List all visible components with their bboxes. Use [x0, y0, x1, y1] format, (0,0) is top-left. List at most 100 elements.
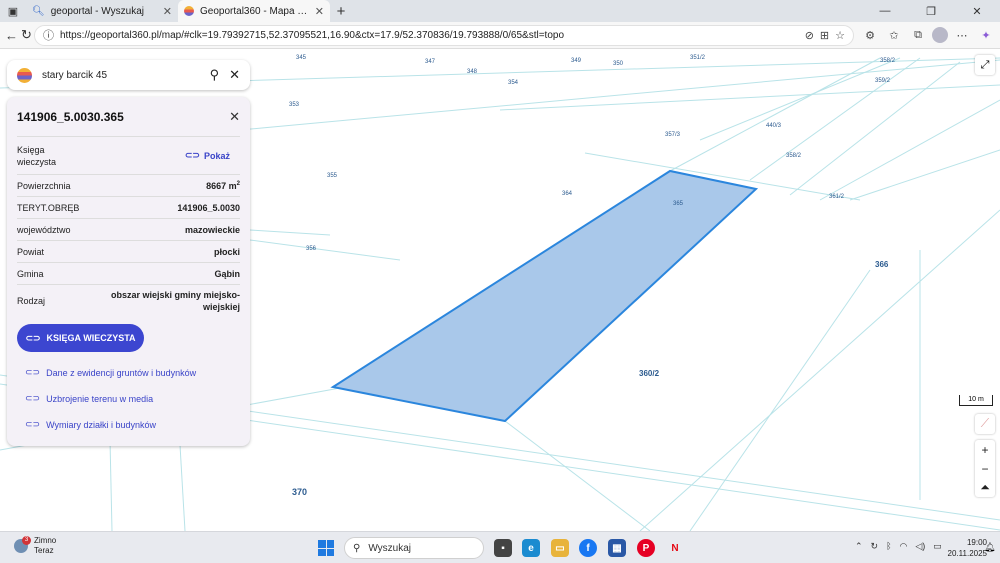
no-tracking-icon[interactable]: ⊘	[805, 29, 814, 42]
scale-bar: 10 m	[959, 395, 993, 406]
row-label: Gmina	[17, 268, 44, 279]
row-label: Księga wieczysta	[17, 144, 57, 167]
volume-icon[interactable]: ◁)	[915, 541, 925, 552]
plot-number: 349	[571, 58, 582, 64]
search-icon[interactable]: ⚲	[210, 67, 220, 83]
compass-icon[interactable]: ⏶	[975, 478, 995, 497]
start-button[interactable]	[318, 540, 334, 556]
battery-icon[interactable]: ▭	[933, 541, 942, 552]
plot-number: 364	[562, 191, 573, 197]
close-window-icon[interactable]: ✕	[954, 0, 1000, 22]
plot-number: 355	[327, 173, 338, 179]
fullscreen-icon[interactable]: ⤢	[975, 55, 995, 75]
panel-title: 141906_5.0030.365	[17, 109, 124, 124]
update-icon[interactable]: ↻	[871, 541, 879, 552]
info-row-teryt: TERYT.OBRĘB 141906_5.0030	[17, 197, 240, 219]
zoom-out-icon[interactable]: −	[975, 459, 995, 478]
new-tab-button[interactable]: +	[330, 0, 352, 22]
chevron-up-icon[interactable]: ⌃	[855, 541, 863, 552]
row-value: 141906_5.0030	[177, 202, 240, 213]
row-value: 8667 m2	[206, 180, 240, 191]
row-label: Powierzchnia	[17, 180, 71, 191]
row-value: obszar wiejski gminy miejsko-wiejskiej	[110, 290, 240, 312]
site-info-icon[interactable]: ⓘ	[43, 27, 54, 43]
more-menu-icon[interactable]: ⋯	[952, 25, 972, 45]
bluetooth-icon[interactable]: ᛒ	[886, 541, 891, 552]
info-row-area: Powierzchnia 8667 m2	[17, 175, 240, 197]
back-icon[interactable]: ←	[4, 24, 19, 46]
link-icon: ⊂⊃	[25, 332, 41, 343]
tab-geoportal360[interactable]: Geoportal360 - Mapa Interaktywna ✕	[178, 0, 330, 22]
windows-taskbar: 3 Zimno Teraz ⚲ Wyszukaj ▪ e ▭ f ▦ P N ⌃ …	[0, 531, 1000, 563]
weather-widget[interactable]: 3 Zimno Teraz	[14, 536, 56, 556]
zoom-in-icon[interactable]: +	[975, 440, 995, 459]
plot-number: 350	[613, 61, 624, 67]
dimensions-link[interactable]: ⊂⊃ Wymiary działki i budynków	[25, 419, 156, 430]
plot-number: 347	[425, 59, 436, 65]
app-available-icon[interactable]: ⊞	[820, 29, 829, 42]
url-text: https://geoportal360.pl/map/#clk=19.7939…	[60, 29, 565, 41]
ruler-icon[interactable]: ⟋	[975, 414, 995, 433]
favorite-star-icon[interactable]: ☆	[835, 29, 845, 42]
plot-number: 357/3	[665, 132, 681, 138]
ksiega-wieczysta-button[interactable]: ⊂⊃ KSIĘGA WIECZYSTA	[17, 324, 144, 352]
plot-number: 348	[467, 69, 478, 75]
row-value: mazowieckie	[184, 224, 240, 235]
tab-geoportal-search[interactable]: 🔍︎ geoportal - Wyszukaj ✕	[26, 0, 178, 22]
facebook-icon[interactable]: f	[579, 539, 597, 557]
row-label: TERYT.OBRĘB	[17, 202, 80, 213]
collections-icon[interactable]: ⧉	[908, 25, 928, 45]
plot-number: 353	[289, 102, 300, 108]
close-icon[interactable]: ✕	[229, 109, 240, 125]
info-row-powiat: Powiat płocki	[17, 241, 240, 263]
zoom-controls: + − ⏶	[975, 440, 995, 497]
plot-number: 351/2	[690, 55, 706, 61]
tab-actions-icon[interactable]: ▣	[0, 0, 26, 22]
clear-search-icon[interactable]: ✕	[229, 67, 240, 83]
utilities-link[interactable]: ⊂⊃ Uzbrojenie terenu w media	[25, 393, 153, 404]
pinterest-icon[interactable]: P	[637, 539, 655, 557]
store-icon[interactable]: ▦	[608, 539, 626, 557]
minimize-icon[interactable]: —	[862, 0, 908, 22]
notifications-icon[interactable]: 🔔︎	[984, 542, 995, 553]
tab-title: geoportal - Wyszukaj	[50, 5, 144, 17]
link-icon: ⊂⊃	[25, 393, 41, 403]
egib-link[interactable]: ⊂⊃ Dane z ewidencji gruntów i budynków	[25, 367, 196, 378]
copilot-icon[interactable]: ✦	[976, 25, 996, 45]
show-ksiega-link[interactable]: ⊂⊃ Pokaż	[185, 150, 230, 161]
plot-number: 370	[292, 487, 308, 497]
measure-control[interactable]: ⟋	[975, 414, 995, 434]
plot-number: 354	[508, 80, 519, 86]
close-tab-icon[interactable]: ✕	[163, 5, 172, 18]
info-row-rodzaj: Rodzaj obszar wiejski gminy miejsko-wiej…	[17, 285, 240, 317]
search-icon: ⚲	[353, 542, 361, 554]
address-bar[interactable]: ⓘ https://geoportal360.pl/map/#clk=19.79…	[34, 24, 854, 46]
search-icon: 🔍︎	[32, 5, 45, 17]
favorites-icon[interactable]: ✩	[884, 25, 904, 45]
plot-number: 358/2	[786, 153, 802, 159]
profile-avatar[interactable]	[932, 27, 948, 43]
maximize-icon[interactable]: ❐	[908, 0, 954, 22]
taskbar-search[interactable]: ⚲ Wyszukaj	[344, 537, 484, 559]
search-input[interactable]: stary barcik 45	[42, 70, 200, 81]
plot-number: 345	[296, 55, 307, 61]
edge-icon[interactable]: e	[522, 539, 540, 557]
plot-number: 360/2	[639, 369, 660, 378]
weather-icon: 3	[14, 536, 31, 553]
system-tray: ⌃ ↻ ᛒ ◠ ◁) ▭	[855, 541, 942, 552]
weather-title: Zimno	[34, 536, 57, 545]
row-label: Rodzaj	[17, 296, 46, 306]
extensions-icon[interactable]: ⚙	[860, 25, 880, 45]
row-label: Powiat	[17, 246, 45, 257]
wifi-icon[interactable]: ◠	[900, 541, 908, 552]
file-explorer-icon[interactable]: ▭	[551, 539, 569, 557]
info-row-ksiega: Księga wieczysta ⊂⊃ Pokaż	[17, 137, 240, 175]
close-tab-icon[interactable]: ✕	[315, 5, 324, 18]
link-icon: ⊂⊃	[25, 367, 41, 377]
netflix-icon[interactable]: N	[666, 539, 684, 557]
clock[interactable]: 19:00 20.11.2025	[945, 537, 987, 559]
refresh-icon[interactable]: ↻	[19, 24, 34, 46]
search-box[interactable]: stary barcik 45 ⚲ ✕	[7, 60, 250, 90]
geoportal-logo-icon	[17, 67, 32, 83]
task-view-icon[interactable]: ▪	[494, 539, 512, 557]
